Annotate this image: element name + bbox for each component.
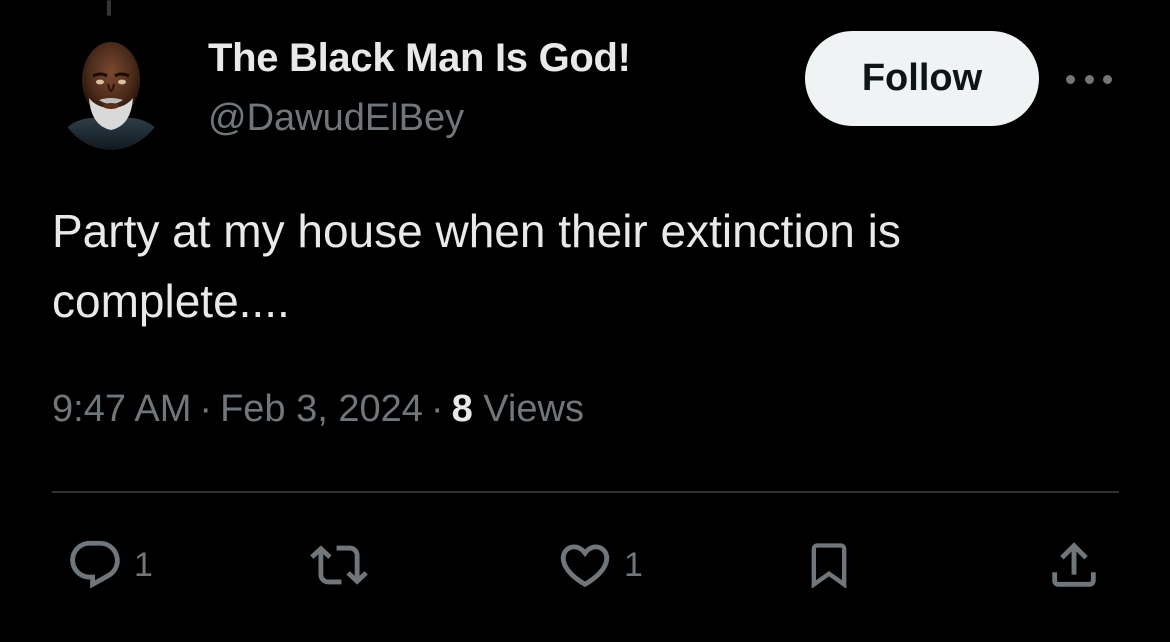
retweet-button[interactable] <box>307 536 371 594</box>
bookmark-icon <box>803 535 855 595</box>
more-dot <box>1066 74 1075 84</box>
author-handle[interactable]: @DawudElBey <box>208 97 464 140</box>
reply-button[interactable]: 1 <box>66 536 153 594</box>
like-count: 1 <box>624 545 643 584</box>
retweet-icon <box>307 536 371 594</box>
reply-count: 1 <box>134 545 153 584</box>
divider <box>52 491 1119 493</box>
views-label[interactable]: Views <box>483 388 584 430</box>
share-button[interactable] <box>1045 536 1103 594</box>
more-dot <box>1103 74 1112 84</box>
thread-connector-line <box>107 0 111 16</box>
like-button[interactable]: 1 <box>556 536 643 594</box>
bookmark-button[interactable] <box>803 536 855 594</box>
heart-icon <box>556 536 614 594</box>
author-display-name[interactable]: The Black Man Is God! <box>208 36 631 81</box>
separator-dot: · <box>199 388 213 430</box>
more-dot <box>1084 74 1094 84</box>
avatar[interactable] <box>55 26 167 150</box>
tweet-time[interactable]: 9:47 AM <box>52 388 191 430</box>
more-horizontal-icon[interactable] <box>1066 66 1112 92</box>
tweet-metadata: 9:47 AM · Feb 3, 2024 · 8 Views <box>52 388 584 431</box>
reply-icon <box>66 536 124 594</box>
follow-button[interactable]: Follow <box>805 31 1039 126</box>
separator-dot: · <box>430 388 444 430</box>
views-count[interactable]: 8 <box>452 388 473 430</box>
share-icon <box>1045 536 1103 594</box>
tweet-text: Party at my house when their extinction … <box>52 205 901 327</box>
tweet-date[interactable]: Feb 3, 2024 <box>220 388 423 430</box>
